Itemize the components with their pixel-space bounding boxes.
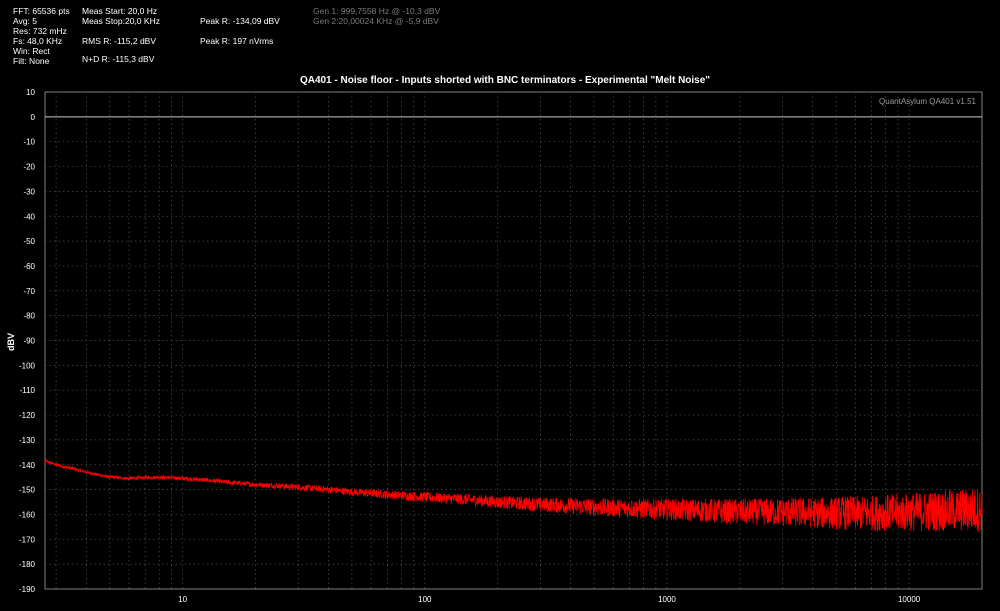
chart-title: QA401 - Noise floor - Inputs shorted wit…: [300, 75, 710, 86]
y-tick-label: -120: [19, 411, 36, 420]
watermark-text: QuantAsylum QA401 v1.51: [879, 97, 976, 106]
x-tick-label: 10: [178, 595, 187, 604]
x-tick-label: 1000: [658, 595, 676, 604]
y-tick-label: -30: [23, 187, 35, 196]
y-tick-label: -110: [20, 386, 36, 395]
y-tick-label: -20: [23, 163, 35, 172]
y-tick-label: -10: [23, 138, 35, 147]
y-tick-label: -60: [23, 262, 35, 271]
y-tick-label: 0: [31, 113, 36, 122]
y-tick-label: -170: [19, 535, 36, 544]
trace-group: [44, 458, 983, 532]
y-tick-label: -80: [23, 312, 35, 321]
x-tick-labels: 10 100 1000 10000: [178, 595, 921, 604]
y-tick-label: 10: [26, 88, 35, 97]
spectrum-chart: QA401 - Noise floor - Inputs shorted wit…: [6, 75, 983, 604]
y-axis-label: dBV: [6, 333, 16, 351]
y-tick-label: -50: [23, 237, 35, 246]
y-tick-label: -140: [19, 461, 36, 470]
y-tick-labels: 10 0 -10 -20 -30 -40 -50 -60 -70 -80 -90 -100 -110 -1…: [19, 88, 36, 594]
x-tick-label: 100: [418, 595, 432, 604]
y-tick-label: -70: [23, 287, 35, 296]
y-tick-label: -40: [23, 212, 35, 221]
y-tick-label: -100: [19, 361, 36, 370]
y-tick-label: -150: [19, 486, 36, 495]
y-tick-label: -180: [19, 560, 36, 569]
y-tick-label: -160: [19, 510, 36, 519]
x-tick-label: 10000: [898, 595, 921, 604]
y-tick-label: -190: [19, 585, 36, 594]
spectrum-trace: [44, 458, 983, 532]
y-tick-label: -130: [19, 436, 36, 445]
y-tick-label: -90: [23, 337, 35, 346]
